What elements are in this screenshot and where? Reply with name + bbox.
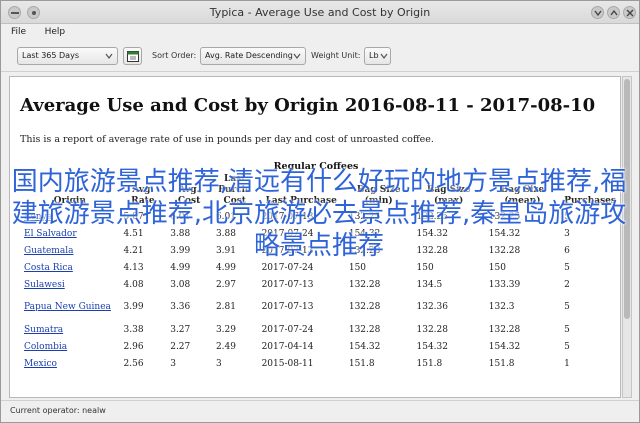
origin-link[interactable]: Sumatra: [24, 325, 63, 335]
table-cell: 2.96: [123, 341, 144, 352]
table-cell: 2.56: [123, 358, 144, 369]
chevron-down-icon: [594, 10, 602, 17]
table-cell: 2.49: [215, 341, 236, 352]
weight-unit-value: Lb: [369, 51, 379, 60]
table-cell: 151.8: [348, 358, 375, 369]
origin-link[interactable]: Colombia: [24, 342, 67, 352]
table-cell: 154.32: [488, 341, 521, 352]
table-cell: 3: [170, 358, 176, 369]
origin-link[interactable]: Sulawesi: [24, 280, 65, 290]
toolbar: Last 365 Days Sort Order: Avg. Rate Desc…: [1, 42, 639, 72]
table-cell: 5: [564, 341, 570, 352]
table-cell: 134.5: [416, 279, 443, 290]
table-cell: 3.08: [170, 279, 191, 290]
minimize-button[interactable]: [591, 6, 604, 19]
report-description: This is a report of average rate of use …: [20, 134, 434, 145]
table-cell: 3.38: [123, 324, 144, 335]
table-cell: 3.36: [170, 302, 191, 312]
menu-bar: File Help: [1, 24, 639, 42]
table-cell: 132.3: [488, 302, 515, 312]
overlay-text: 国内旅游景点推荐,清远有什么好玩的地方景点推荐,福建旅游景点推荐,北京旅游必去景…: [11, 167, 627, 261]
chevron-up-icon: [610, 9, 618, 16]
table-row: Papua New Guinea 3.99 3.36 2.81 2017-07-…: [20, 293, 620, 321]
origin-cell: Mexico: [20, 355, 120, 372]
calendar-icon: [127, 51, 139, 62]
table-cell: 2017-07-13: [261, 279, 314, 290]
table-cell: 2015-08-11: [261, 358, 314, 369]
table-cell: 2: [564, 279, 570, 290]
origin-link[interactable]: Mexico: [24, 359, 57, 369]
weight-unit-label: Weight Unit:: [311, 51, 361, 60]
sort-order-label: Sort Order:: [152, 51, 197, 60]
status-text: Current operator: nealw: [10, 406, 106, 415]
table-cell: 132.28: [416, 324, 449, 335]
table-cell: 5: [564, 324, 570, 335]
origin-cell: Sulawesi: [20, 276, 120, 293]
window-title: Typica - Average Use and Cost by Origin: [209, 6, 431, 19]
table-cell: 2.81: [215, 302, 236, 312]
origin-cell: Colombia: [20, 338, 120, 355]
maximize-button[interactable]: [607, 6, 620, 19]
table-cell: 3.27: [170, 324, 191, 335]
origin-cell: Papua New Guinea: [20, 293, 120, 321]
sort-order-value: Avg. Rate Descending: [205, 51, 293, 60]
table-cell: 3.99: [123, 302, 144, 312]
title-bar: Typica - Average Use and Cost by Origin: [1, 1, 639, 24]
origin-link[interactable]: Papua New Guinea: [24, 302, 111, 312]
table-cell: 1: [564, 358, 570, 369]
origin-cell: Sumatra: [20, 321, 120, 338]
chevron-down-icon: [293, 53, 301, 59]
table-cell: 2.27: [170, 341, 191, 352]
app-window: Typica - Average Use and Cost by Origin …: [0, 0, 640, 423]
calendar-button[interactable]: [123, 47, 142, 65]
table-cell: 3: [215, 358, 222, 369]
table-cell: 2017-07-13: [261, 302, 314, 312]
sort-order-select[interactable]: Avg. Rate Descending: [200, 47, 306, 65]
table-cell: 2017-04-14: [261, 341, 314, 352]
weight-unit-select[interactable]: Lb: [364, 47, 391, 65]
chevron-down-icon: [380, 53, 388, 59]
table-cell: 132.36: [416, 302, 449, 312]
origin-link[interactable]: Costa Rica: [24, 263, 73, 273]
date-range-value: Last 365 Days: [22, 51, 79, 60]
table-cell: 4.08: [123, 279, 144, 290]
table-cell: 132.28: [348, 302, 381, 312]
table-row: Sumatra 3.38 3.27 3.29 2017-07-24 132.28…: [20, 321, 620, 338]
table-cell: 154.32: [348, 341, 381, 352]
table-row: Colombia 2.96 2.27 2.49 2017-04-14 154.3…: [20, 338, 620, 355]
table-cell: 132.28: [348, 324, 381, 335]
close-icon: [626, 9, 634, 17]
table-cell: 154.32: [416, 341, 449, 352]
close-button[interactable]: [623, 6, 636, 19]
table-row: Mexico 2.56 3 3 2015-08-11 151.8 151.8 1…: [20, 355, 620, 372]
table-cell: 133.39: [488, 279, 521, 290]
table-cell: 2.97: [215, 279, 236, 290]
table-cell: 132.28: [488, 324, 521, 335]
date-range-select[interactable]: Last 365 Days: [17, 47, 118, 65]
menu-help[interactable]: Help: [45, 27, 66, 37]
table-cell: 151.8: [488, 358, 515, 369]
status-bar: Current operator: nealw: [1, 400, 639, 422]
table-cell: 5: [564, 302, 570, 312]
table-cell: 151.8: [416, 358, 443, 369]
chevron-down-icon: [105, 53, 113, 59]
menu-file[interactable]: File: [11, 27, 26, 37]
report-title: Average Use and Cost by Origin 2016-08-1…: [20, 95, 596, 116]
table-cell: 2017-07-24: [261, 324, 314, 335]
table-cell: 3.29: [215, 324, 236, 335]
table-row: Sulawesi 4.08 3.08 2.97 2017-07-13 132.2…: [20, 276, 620, 293]
table-cell: 132.28: [348, 279, 381, 290]
